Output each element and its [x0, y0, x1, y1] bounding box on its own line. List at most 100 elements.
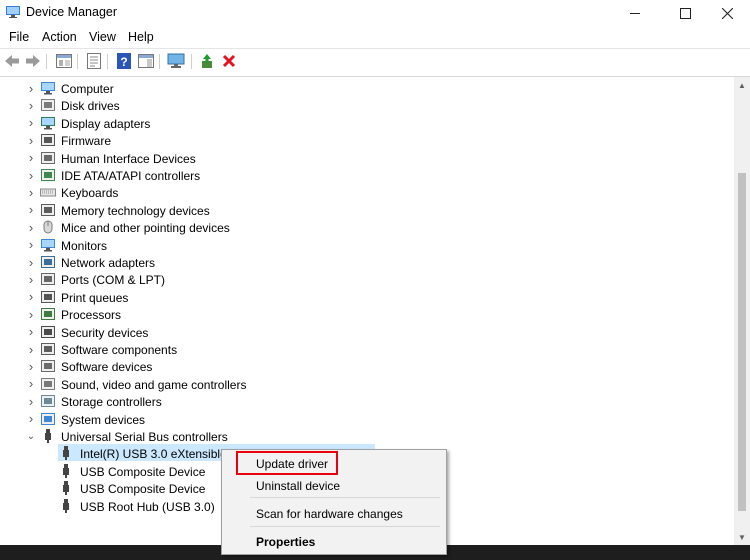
- firmware-icon: [41, 134, 55, 147]
- usb-plug-icon: [63, 498, 69, 513]
- minimize-button[interactable]: [612, 0, 658, 26]
- tree-category-label: Human Interface Devices: [61, 151, 196, 166]
- chevron-right-icon[interactable]: ›: [26, 411, 36, 426]
- tree-category-row[interactable]: › Monitors: [24, 237, 424, 254]
- update-driver-button[interactable]: [199, 52, 217, 70]
- tree-category-row[interactable]: › Print queues: [24, 289, 424, 306]
- tree-category-row[interactable]: › Security devices: [24, 324, 424, 341]
- chevron-right-icon[interactable]: ›: [26, 376, 36, 391]
- tree-category-label: Software devices: [61, 360, 153, 375]
- chevron-right-icon[interactable]: ›: [26, 394, 36, 409]
- forward-arrow-icon: [26, 55, 40, 67]
- chevron-right-icon[interactable]: ›: [26, 202, 36, 217]
- back-arrow-icon: [5, 55, 19, 67]
- storage-icon: [41, 395, 55, 408]
- chevron-right-icon[interactable]: ›: [26, 307, 36, 322]
- tree-category-row[interactable]: › Memory technology devices: [24, 202, 424, 219]
- vertical-scrollbar[interactable]: ▲ ▼: [734, 77, 750, 545]
- menu-action[interactable]: Action: [42, 30, 77, 44]
- minimize-icon: [630, 12, 640, 14]
- tree-category-row[interactable]: › Software components: [24, 341, 424, 358]
- scrollbar-thumb[interactable]: [738, 173, 746, 511]
- tree-category-row[interactable]: › System devices: [24, 411, 424, 428]
- window-title: Device Manager: [26, 5, 118, 19]
- chevron-right-icon[interactable]: ›: [26, 81, 36, 96]
- software-component-icon: [41, 343, 55, 355]
- chevron-right-icon[interactable]: ›: [26, 150, 36, 165]
- help-toolbar-button[interactable]: ?: [115, 52, 133, 70]
- uninstall-device-button[interactable]: [220, 52, 238, 70]
- tree-category-label: Disk drives: [61, 99, 120, 114]
- tree-category-row[interactable]: › Computer: [24, 80, 424, 97]
- chevron-right-icon[interactable]: ›: [26, 98, 36, 113]
- menu-help[interactable]: Help: [128, 30, 154, 44]
- menu-uninstall-device[interactable]: Uninstall device: [256, 479, 340, 493]
- tree-category-row[interactable]: › IDE ATA/ATAPI controllers: [24, 167, 424, 184]
- chevron-right-icon[interactable]: ›: [26, 237, 36, 252]
- chevron-right-icon[interactable]: ›: [26, 342, 36, 357]
- update-driver-highlight-box: [236, 451, 338, 475]
- action-pane-button[interactable]: [137, 52, 155, 70]
- menu-view[interactable]: View: [89, 30, 116, 44]
- show-hide-console-tree-button[interactable]: [55, 52, 73, 70]
- chevron-right-icon[interactable]: ›: [26, 255, 36, 270]
- tree-category-row[interactable]: › Network adapters: [24, 254, 424, 271]
- menu-properties[interactable]: Properties: [256, 535, 315, 549]
- tree-category-row[interactable]: › Software devices: [24, 358, 424, 375]
- chevron-right-icon[interactable]: ›: [26, 168, 36, 183]
- tree-category-row[interactable]: › Processors: [24, 306, 424, 323]
- chevron-right-icon[interactable]: ›: [26, 133, 36, 148]
- properties-toolbar-button[interactable]: [85, 52, 103, 70]
- tree-category-label: Storage controllers: [61, 395, 162, 410]
- chevron-right-icon[interactable]: ›: [26, 115, 36, 130]
- hid-icon: [41, 151, 55, 164]
- tree-category-row[interactable]: ⌄ Universal Serial Bus controllers: [24, 428, 424, 445]
- chevron-right-icon[interactable]: ›: [26, 220, 36, 235]
- tree-category-label: Display adapters: [61, 116, 151, 131]
- chevron-down-icon[interactable]: ⌄: [26, 431, 36, 442]
- maximize-button[interactable]: [662, 0, 708, 26]
- monitor-icon: [41, 238, 55, 252]
- tree-category-label: Memory technology devices: [61, 203, 210, 218]
- title-bar: Device Manager: [0, 0, 750, 26]
- tree-category-label: Sound, video and game controllers: [61, 377, 247, 392]
- tree-category-row[interactable]: › Human Interface Devices: [24, 150, 424, 167]
- chevron-right-icon[interactable]: ›: [26, 359, 36, 374]
- close-icon: [721, 7, 733, 19]
- display-adapter-icon: [41, 116, 55, 130]
- tree-category-row[interactable]: › Firmware: [24, 132, 424, 149]
- toolbar-divider: [107, 54, 108, 69]
- tree-category-row[interactable]: › Ports (COM & LPT): [24, 271, 424, 288]
- menu-scan-hardware-changes[interactable]: Scan for hardware changes: [256, 507, 403, 521]
- tree-category-label: Security devices: [61, 325, 149, 340]
- menu-bar: File Action View Help: [0, 26, 750, 48]
- chevron-right-icon[interactable]: ›: [26, 289, 36, 304]
- tree-category-label: Ports (COM & LPT): [61, 273, 166, 288]
- tree-category-label: Processors: [61, 308, 122, 323]
- tree-category-row[interactable]: › Sound, video and game controllers: [24, 376, 424, 393]
- tree-category-row[interactable]: › Display adapters: [24, 115, 424, 132]
- tree-category-label: Computer: [61, 82, 114, 96]
- forward-button[interactable]: [24, 52, 42, 70]
- update-driver-icon: [202, 54, 212, 68]
- scan-hardware-button[interactable]: [167, 52, 185, 70]
- chevron-right-icon[interactable]: ›: [26, 272, 36, 287]
- scan-monitor-icon: [167, 53, 185, 68]
- close-button[interactable]: [704, 0, 750, 26]
- chevron-right-icon[interactable]: ›: [26, 185, 36, 200]
- security-icon: [41, 325, 55, 338]
- tree-category-row[interactable]: › Disk drives: [24, 97, 424, 114]
- menu-file[interactable]: File: [9, 30, 29, 44]
- chevron-right-icon[interactable]: ›: [26, 324, 36, 339]
- back-button[interactable]: [3, 52, 21, 70]
- scroll-down-icon[interactable]: ▼: [734, 529, 750, 545]
- tree-category-row[interactable]: › Keyboards: [24, 184, 424, 201]
- usb-device-label: USB Root Hub (USB 3.0): [80, 499, 215, 514]
- scroll-up-icon[interactable]: ▲: [734, 77, 750, 93]
- tree-category-label: IDE ATA/ATAPI controllers: [61, 169, 201, 183]
- processor-icon: [41, 308, 55, 321]
- tree-category-row[interactable]: › Storage controllers: [24, 393, 424, 410]
- tree-category-row[interactable]: › Mice and other pointing devices: [24, 219, 424, 236]
- ide-controller-icon: [41, 169, 55, 181]
- usb-device-label: USB Composite Device: [80, 482, 206, 497]
